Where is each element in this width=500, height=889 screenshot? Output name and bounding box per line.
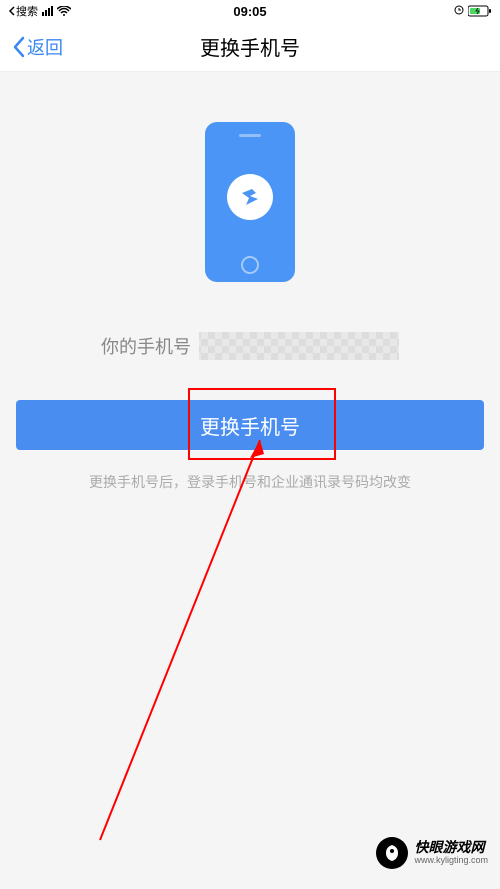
phone-label: 你的手机号 (101, 333, 191, 359)
watermark: 快眼游戏网 www.kyligting.com (376, 837, 488, 869)
watermark-text: 快眼游戏网 www.kyligting.com (414, 840, 488, 865)
back-button[interactable]: 返回 (12, 34, 63, 60)
chevron-left-icon (12, 36, 25, 58)
watermark-url: www.kyligting.com (414, 856, 488, 866)
phone-illustration (205, 122, 295, 282)
back-app-label: 搜索 (16, 3, 38, 19)
status-left: 搜索 (8, 3, 71, 19)
signal-icon (42, 6, 53, 16)
phone-home-icon (241, 256, 259, 274)
phone-number-row: 你的手机号 (16, 332, 484, 360)
watermark-title: 快眼游戏网 (414, 840, 488, 855)
status-time: 09:05 (233, 4, 266, 19)
watermark-logo-icon (376, 837, 408, 869)
status-right (454, 5, 492, 17)
nav-bar: 返回 更换手机号 (0, 22, 500, 72)
content-area: 你的手机号 更换手机号 更换手机号后，登录手机号和企业通讯录号码均改变 (0, 72, 500, 492)
phone-screen (227, 137, 273, 256)
hint-text: 更换手机号后，登录手机号和企业通讯录号码均改变 (89, 472, 411, 492)
change-phone-button[interactable]: 更换手机号 (16, 400, 484, 450)
wifi-icon (57, 6, 71, 17)
battery-icon (468, 5, 492, 17)
page-title: 更换手机号 (200, 32, 300, 61)
change-phone-button-label: 更换手机号 (200, 411, 300, 440)
lock-icon (454, 5, 464, 17)
app-logo-icon (227, 174, 273, 220)
phone-number-value (199, 332, 399, 360)
status-bar: 搜索 09:05 (0, 0, 500, 22)
back-label: 返回 (27, 34, 63, 60)
back-app-indicator[interactable]: 搜索 (8, 3, 38, 19)
